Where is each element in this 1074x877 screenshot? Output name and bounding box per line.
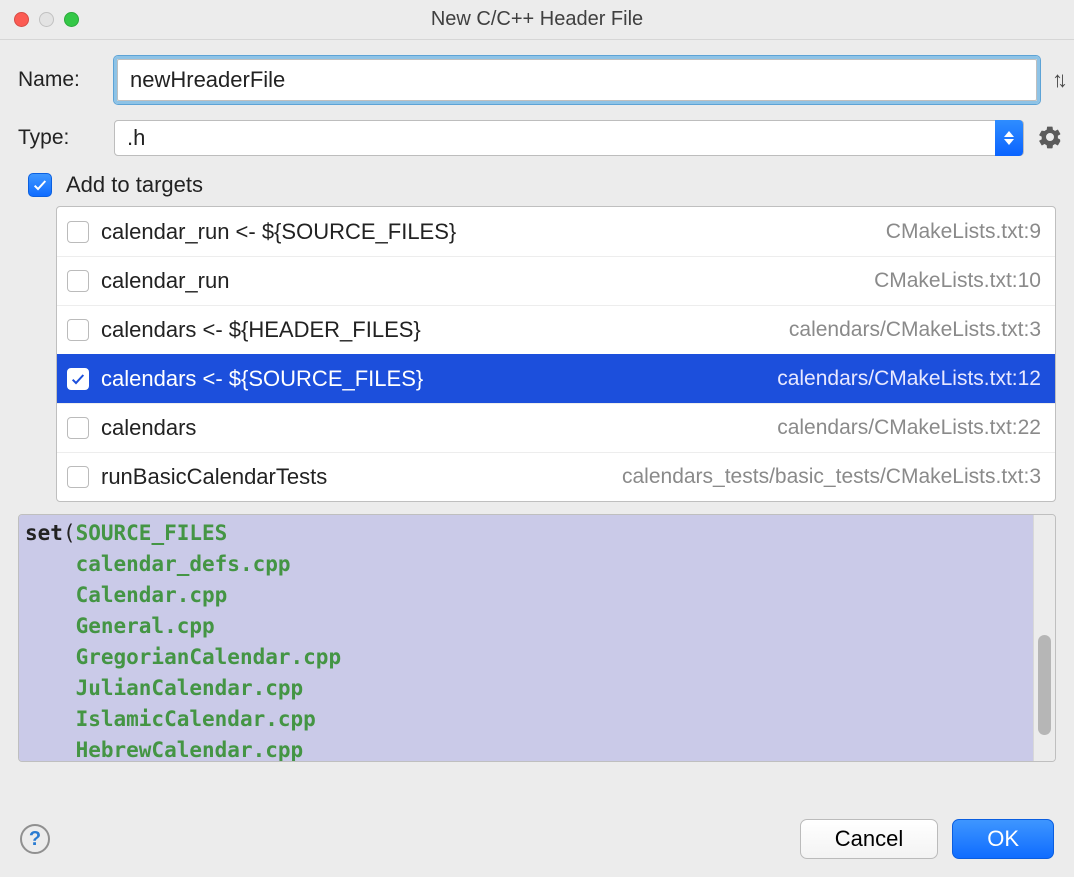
targets-list: calendar_run <- ${SOURCE_FILES}CMakeList…	[56, 206, 1056, 502]
target-label: calendars <- ${HEADER_FILES}	[101, 317, 777, 343]
add-to-targets-row[interactable]: Add to targets	[28, 172, 1062, 198]
select-arrows-icon	[995, 120, 1023, 156]
help-icon[interactable]: ?	[20, 824, 50, 854]
target-checkbox[interactable]	[67, 270, 89, 292]
add-to-targets-label: Add to targets	[66, 172, 203, 198]
ok-button[interactable]: OK	[952, 819, 1054, 859]
target-path: CMakeLists.txt:9	[886, 220, 1041, 244]
settings-wrench-icon[interactable]	[1038, 125, 1062, 152]
add-to-targets-checkbox[interactable]	[28, 173, 52, 197]
target-path: CMakeLists.txt:10	[874, 269, 1041, 293]
target-row[interactable]: calendar_run CMakeLists.txt:10	[57, 256, 1055, 305]
minimize-window-icon	[39, 12, 54, 27]
target-row[interactable]: calendars <- ${HEADER_FILES} calendars/CM…	[57, 305, 1055, 354]
target-checkbox[interactable]	[67, 319, 89, 341]
target-label: calendars	[101, 415, 765, 441]
target-label: runBasicCalendarTests	[101, 464, 610, 490]
target-label: calendar_run <- ${SOURCE_FILES}	[101, 219, 874, 245]
traffic-lights	[14, 12, 79, 27]
target-label: calendars <- ${SOURCE_FILES}	[101, 366, 765, 392]
type-row: Type: .h	[18, 120, 1062, 156]
target-path: calendars/CMakeLists.txt:3	[789, 318, 1041, 342]
type-select[interactable]: .h	[114, 120, 1024, 156]
target-row[interactable]: calendar_run <- ${SOURCE_FILES} CMakeList…	[57, 207, 1055, 256]
zoom-window-icon[interactable]	[64, 12, 79, 27]
code-area: set(SOURCE_FILES calendar_defs.cpp Calen…	[19, 515, 1033, 761]
target-label: calendar_run	[101, 268, 862, 294]
type-label: Type:	[18, 126, 114, 150]
dialog-title: New C/C++ Header File	[0, 8, 1074, 31]
target-row[interactable]: runBasicCalendarTests calendars_tests/bas…	[57, 452, 1055, 501]
target-checkbox[interactable]	[67, 417, 89, 439]
target-row[interactable]: calendars <- ${SOURCE_FILES} calendars/CM…	[57, 354, 1055, 403]
target-path: calendars_tests/basic_tests/CMakeLists.t…	[622, 465, 1041, 489]
type-value: .h	[115, 125, 995, 151]
target-path: calendars/CMakeLists.txt:12	[777, 367, 1041, 391]
name-row: Name: ↑↓	[18, 56, 1062, 104]
bottom-bar: ? Cancel OK	[0, 805, 1074, 877]
target-checkbox[interactable]	[67, 466, 89, 488]
name-field-focus-ring	[114, 56, 1040, 104]
target-checkbox[interactable]	[67, 221, 89, 243]
code-preview: set(SOURCE_FILES calendar_defs.cpp Calen…	[18, 514, 1056, 762]
target-row[interactable]: calendars calendars/CMakeLists.txt:22	[57, 403, 1055, 452]
target-checkbox[interactable]	[67, 368, 89, 390]
name-input[interactable]	[117, 59, 1037, 101]
scrollbar-track[interactable]	[1033, 515, 1055, 761]
scrollbar-thumb[interactable]	[1038, 635, 1051, 735]
up-down-sort-icon[interactable]: ↑↓	[1052, 67, 1062, 93]
cancel-button[interactable]: Cancel	[800, 819, 938, 859]
close-window-icon[interactable]	[14, 12, 29, 27]
name-label: Name:	[18, 68, 114, 92]
dialog-window: New C/C++ Header File Name: ↑↓ Type: .h …	[0, 0, 1074, 877]
target-path: calendars/CMakeLists.txt:22	[777, 416, 1041, 440]
titlebar: New C/C++ Header File	[0, 0, 1074, 40]
